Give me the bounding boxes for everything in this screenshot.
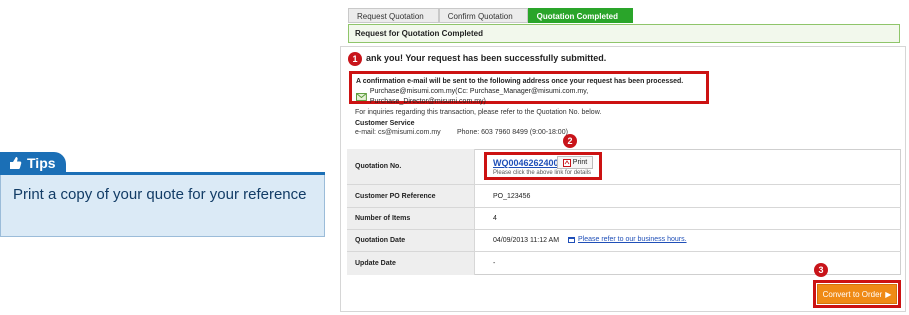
business-hours-label: Please refer to our business hours. <box>578 236 687 243</box>
step-request-quotation: Request Quotation <box>348 8 439 23</box>
row-value: 4 <box>493 215 497 222</box>
badge-1: 1 <box>348 52 362 66</box>
pdf-icon <box>562 158 571 167</box>
row-value: PO_123456 <box>493 192 531 200</box>
tips-box: Print a copy of your quote for your refe… <box>0 175 325 237</box>
row-label: Update Date <box>347 252 475 275</box>
page-title: Request for Quotation Completed <box>348 24 900 43</box>
confirmation-highlight: A confirmation e-mail will be sent to th… <box>349 71 709 105</box>
tips-tab: Tips <box>0 152 66 174</box>
badge-2: 2 <box>563 134 577 148</box>
customer-service-contact: e-mail: cs@misumi.com.my Phone: 603 7960… <box>355 129 635 136</box>
row-label: Customer PO Reference <box>347 185 475 207</box>
inquiry-text: For inquiries regarding this transaction… <box>355 109 602 116</box>
email-icon <box>356 93 367 101</box>
customer-service-title: Customer Service <box>355 120 415 127</box>
arrow-right-icon: ▶ <box>885 289 892 299</box>
print-note: Please click the above link for details <box>493 170 592 176</box>
convert-to-order-button[interactable]: Convert to Order ▶ <box>817 284 897 304</box>
confirmation-emails: Purchase@misumi.com.my(Cc: Purchase_Mana… <box>369 88 589 105</box>
customer-service-phone: Phone: 603 7960 8499 (9:00-18:00) <box>457 129 568 136</box>
confirmation-text: A confirmation e-mail will be sent to th… <box>356 78 684 85</box>
row-label: Number of Items <box>347 208 475 229</box>
quotation-number-link[interactable]: WQ0046262400 <box>493 158 559 168</box>
external-window-icon <box>568 237 575 243</box>
print-button[interactable]: Print <box>557 156 593 169</box>
step-progress: Request Quotation Confirm Quotation Quot… <box>348 8 633 23</box>
row-value: - <box>493 260 496 267</box>
table-row: Number of Items 4 <box>347 207 901 229</box>
thumbs-up-icon <box>10 157 22 169</box>
step-quotation-completed: Quotation Completed <box>527 8 633 23</box>
row-value: 04/09/2013 11:12 AM <box>493 237 560 244</box>
customer-service-email: e-mail: cs@misumi.com.my <box>355 129 441 136</box>
table-row: Quotation No. <box>347 149 901 184</box>
row-label: Quotation No. <box>347 149 475 184</box>
table-row: Customer PO Reference PO_123456 <box>347 184 901 207</box>
business-hours-link[interactable]: Please refer to our business hours. <box>568 236 687 243</box>
row-label: Quotation Date <box>347 230 475 251</box>
tips-label: Tips <box>27 155 56 171</box>
print-label: Print <box>572 159 588 166</box>
step-confirm-quotation: Confirm Quotation <box>438 8 528 23</box>
badge-3: 3 <box>814 263 828 277</box>
thank-you-message: ank you! Your request has been successfu… <box>366 53 607 63</box>
convert-label: Convert to Order <box>822 289 883 299</box>
tips-text: Print a copy of your quote for your refe… <box>13 186 307 203</box>
